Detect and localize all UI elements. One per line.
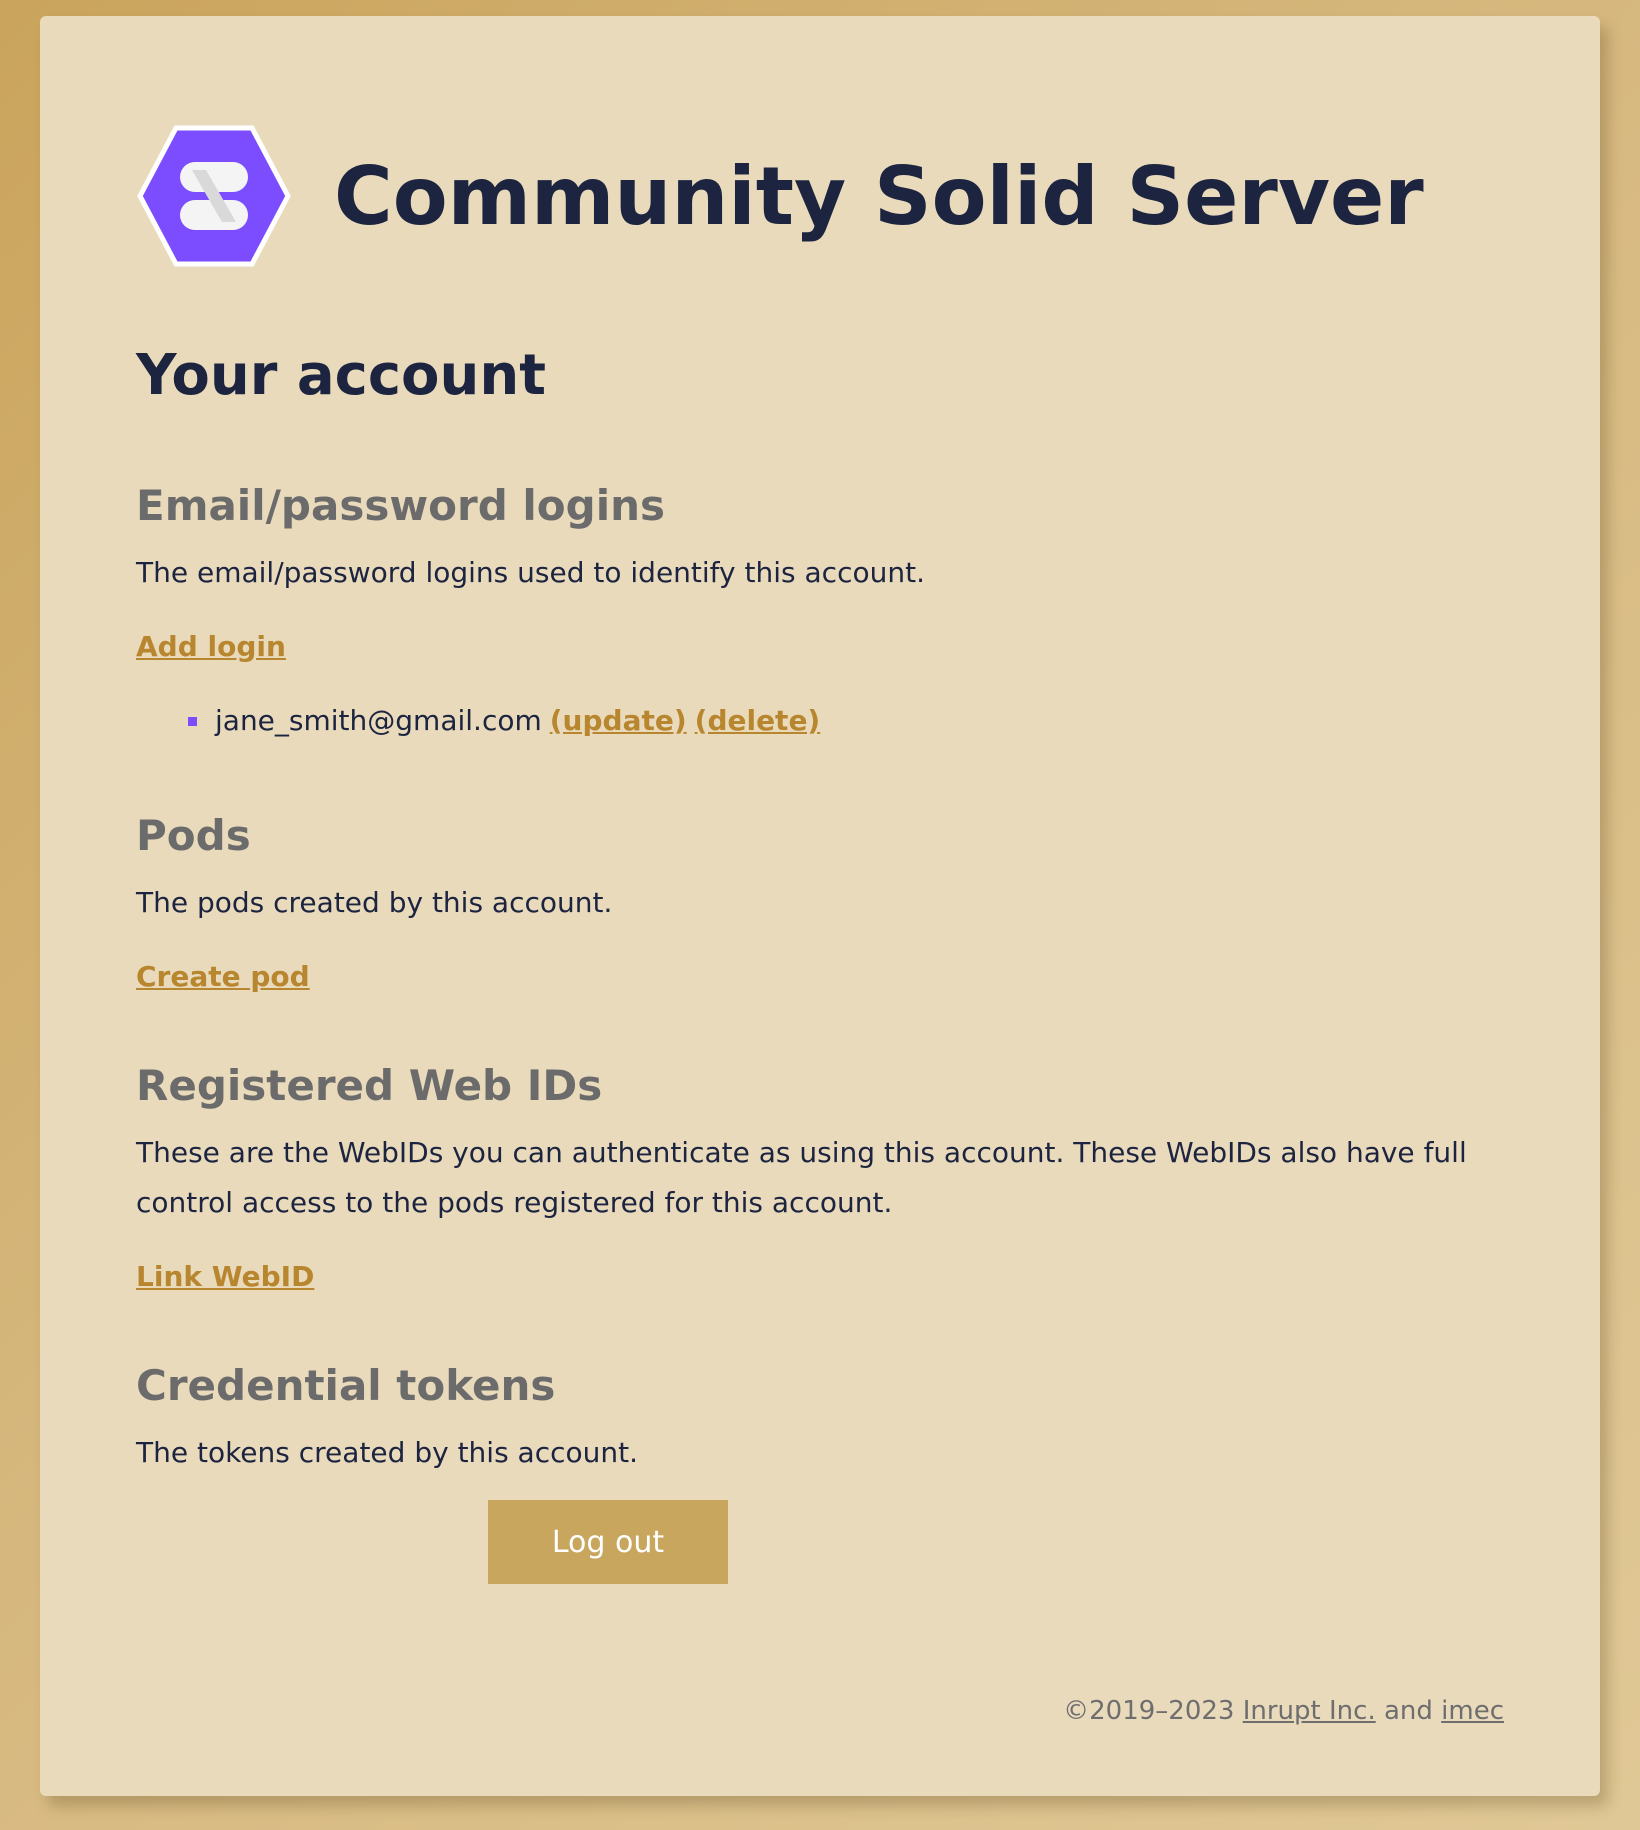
tokens-section: Credential tokens The tokens created by … [136,1356,1504,1478]
footer: ©2019–2023 Inrupt Inc. and imec [1063,1696,1504,1726]
tokens-heading: Credential tokens [136,1361,556,1410]
footer-and: and [1375,1696,1442,1726]
tokens-description: The tokens created by this account. [136,1436,639,1469]
link-webid-link[interactable]: Link WebID [136,1252,314,1302]
add-login-link[interactable]: Add login [136,622,286,672]
account-card: Community Solid Server Your account Emai… [40,16,1600,1796]
logout-button[interactable]: Log out [488,1500,728,1584]
webids-heading: Registered Web IDs [136,1061,603,1110]
pods-description: The pods created by this account. [136,886,613,919]
logins-list: jane_smith@gmail.com (update) (delete) [136,696,1504,746]
pods-section: Pods The pods created by this account. C… [136,806,1504,1002]
webids-description: These are the WebIDs you can authenticat… [136,1136,1467,1219]
site-title: Community Solid Server [334,149,1424,243]
footer-copyright: ©2019–2023 [1063,1696,1243,1726]
footer-link-inrupt[interactable]: Inrupt Inc. [1243,1696,1376,1726]
pods-heading: Pods [136,811,251,860]
footer-link-imec[interactable]: imec [1441,1696,1504,1726]
create-pod-link[interactable]: Create pod [136,952,310,1002]
logins-section: Email/password logins The email/password… [136,476,1504,746]
update-login-link[interactable]: (update) [550,696,687,746]
logins-heading: Email/password logins [136,481,665,530]
page-title: Your account [136,343,547,408]
site-header: Community Solid Server [136,118,1504,274]
bullet-icon [188,716,197,726]
delete-login-link[interactable]: (delete) [695,696,821,746]
login-email: jane_smith@gmail.com [215,704,542,737]
logins-description: The email/password logins used to identi… [136,556,925,589]
webids-section: Registered Web IDs These are the WebIDs … [136,1056,1504,1302]
list-item: jane_smith@gmail.com (update) (delete) [188,696,1504,746]
logout-wrapper: Log out [136,1500,1504,1584]
solid-logo-icon [137,125,291,267]
